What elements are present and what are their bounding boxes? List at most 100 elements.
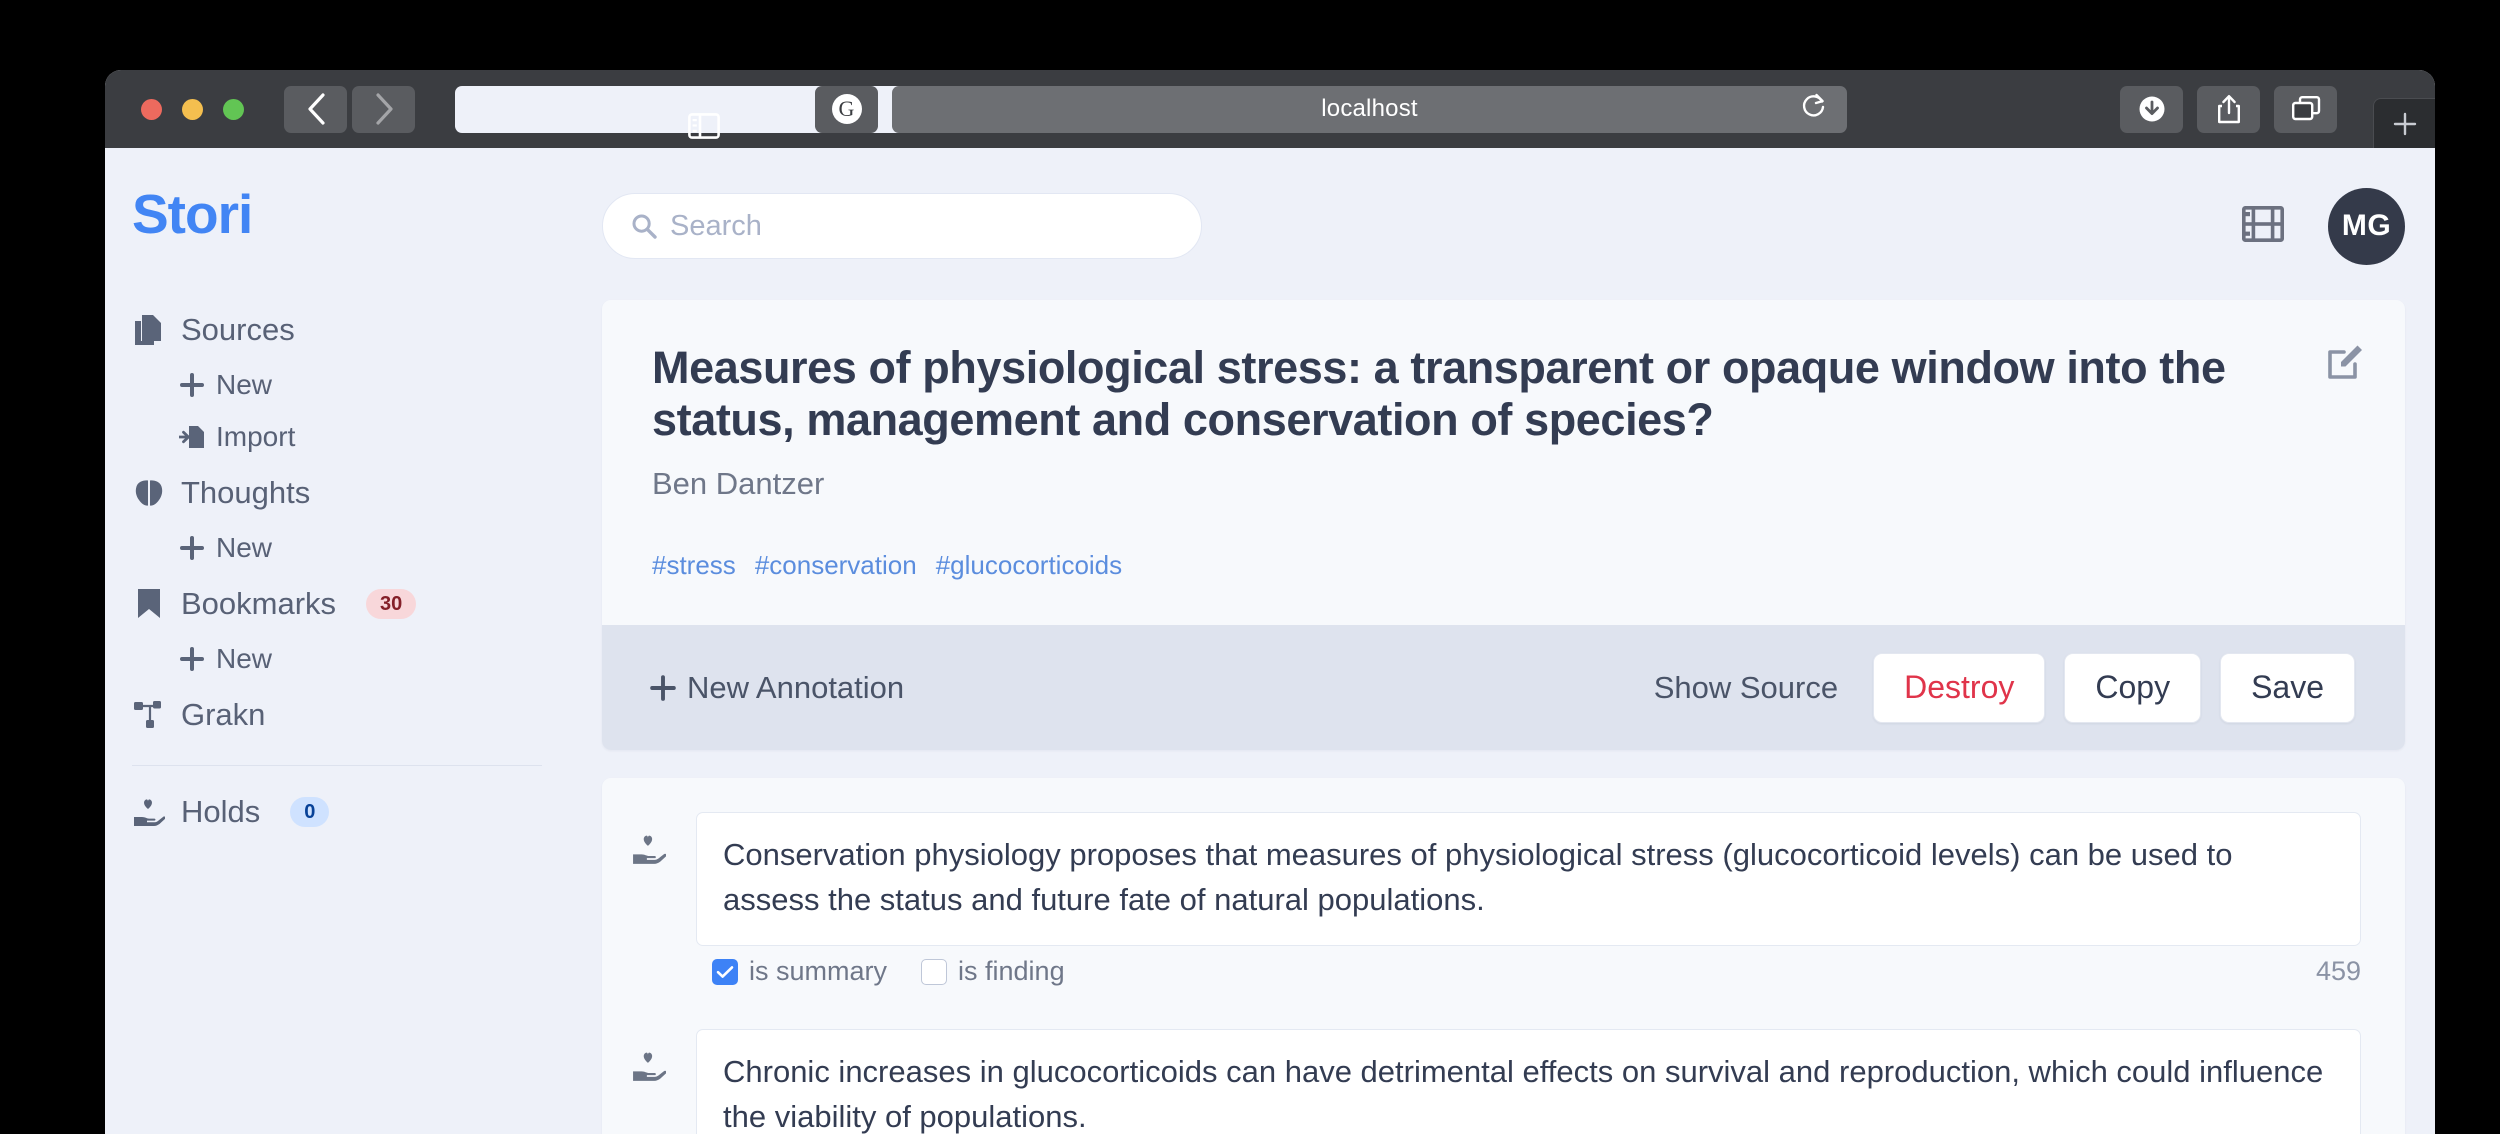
chevron-right-icon [375, 93, 393, 125]
edit-source-button[interactable] [2325, 342, 2365, 387]
downloads-button[interactable] [2120, 85, 2183, 133]
sidebar-item-label: Bookmarks [181, 585, 337, 621]
annotation-content: Conservation physiology proposes that me… [696, 812, 2361, 987]
minimize-window-button[interactable] [182, 98, 203, 120]
film-strip-icon [2241, 205, 2285, 242]
source-author: Ben Dantzer [652, 466, 825, 502]
edit-pencil-square-icon [2328, 345, 2362, 379]
sidebar-nav: Sources New Import Thoughts New Bookmark… [105, 300, 602, 841]
bookmark-icon [132, 589, 165, 618]
checkbox-box[interactable] [712, 958, 738, 985]
source-action-buttons: Show Source Destroy Copy Save [1654, 652, 2355, 723]
plus-icon [650, 675, 676, 701]
show-source-button[interactable]: Show Source [1654, 670, 1838, 706]
tag-glucocorticoids[interactable]: #glucocorticoids [936, 550, 1122, 581]
network-graph-icon [132, 700, 165, 729]
app-logo[interactable]: Stori [105, 182, 602, 246]
sidebar-item-holds[interactable]: Holds 0 [132, 782, 572, 841]
new-annotation-button[interactable]: New Annotation [632, 670, 904, 706]
sidebar-subitem-label: Import [216, 421, 296, 452]
sidebar-item-label: Grakn [181, 696, 266, 732]
save-button[interactable]: Save [2220, 652, 2355, 723]
hand-heart-icon [632, 1029, 672, 1134]
annotation-text[interactable]: Conservation physiology proposes that me… [696, 812, 2361, 947]
tag-stress[interactable]: #stress [652, 550, 736, 581]
grammarly-extension-button[interactable]: G [815, 85, 878, 133]
new-annotation-label: New Annotation [687, 669, 905, 705]
sidebar-divider [132, 765, 542, 766]
plus-icon [177, 373, 207, 397]
checkbox-label: is finding [958, 956, 1065, 987]
avatar[interactable]: MG [2328, 187, 2405, 265]
sidebar-subitem-label: New [216, 532, 273, 563]
source-tags: #stress #conservation #glucocorticoids [652, 550, 2355, 581]
film-strip-button[interactable] [2241, 205, 2285, 247]
source-card-body: Measures of physiological stress: a tran… [602, 300, 2405, 625]
sidebar-subitem-sources-import[interactable]: Import [132, 411, 572, 463]
sidebar-subitem-label: New [216, 369, 273, 400]
sidebar-item-label: Sources [181, 311, 295, 347]
reload-icon [1802, 93, 1825, 117]
destroy-button[interactable]: Destroy [1873, 652, 2046, 723]
search-bar[interactable] [602, 193, 1202, 259]
sidebar-subitem-label: New [216, 643, 273, 674]
forward-button[interactable] [352, 85, 415, 133]
hand-heart-icon [632, 812, 672, 987]
tag-conservation[interactable]: #conservation [755, 550, 917, 581]
plus-icon [177, 536, 207, 560]
sidebar-toggle-icon [687, 113, 720, 139]
sidebar-item-sources[interactable]: Sources [132, 300, 572, 359]
hand-heart-icon [132, 798, 165, 826]
checkbox-label: is summary [749, 956, 888, 987]
check-icon [716, 965, 734, 978]
app-page: Stori Sources New Import Thoughts New Bo… [105, 148, 2435, 1134]
grammarly-icon: G [831, 94, 862, 124]
app-topbar: MG [602, 178, 2405, 274]
new-tab-button[interactable] [2373, 98, 2435, 148]
url-text: localhost [1321, 95, 1418, 122]
sidebar-subitem-bookmarks-new[interactable]: New [132, 633, 572, 685]
checkbox-box[interactable] [921, 958, 948, 985]
sidebar-item-label: Holds [181, 793, 261, 829]
source-card: Measures of physiological stress: a tran… [602, 300, 2405, 751]
annotation-meta: is summary is finding 459 [696, 956, 2361, 987]
close-window-button[interactable] [141, 98, 162, 120]
sidebar-item-bookmarks[interactable]: Bookmarks 30 [132, 574, 572, 633]
page-title: Measures of physiological stress: a tran… [652, 342, 2226, 446]
copy-documents-icon [132, 314, 165, 345]
browser-toolbar-right [2120, 70, 2337, 148]
sidebar-item-grakn[interactable]: Grakn [132, 685, 572, 744]
is-finding-checkbox[interactable]: is finding [921, 956, 1065, 987]
is-summary-checkbox[interactable]: is summary [712, 956, 887, 987]
annotation-row: Chronic increases in glucocorticoids can… [632, 1029, 2361, 1134]
address-bar[interactable]: localhost [892, 85, 1847, 133]
sidebar-subitem-thoughts-new[interactable]: New [132, 522, 572, 574]
sidebar-subitem-sources-new[interactable]: New [132, 359, 572, 411]
search-icon [632, 214, 657, 239]
window-controls [141, 98, 244, 120]
holds-count-badge: 0 [290, 796, 330, 827]
tab-overview-button[interactable] [2274, 85, 2337, 133]
download-icon [2139, 96, 2164, 122]
back-button[interactable] [284, 85, 347, 133]
sidebar-item-label: Thoughts [181, 474, 311, 510]
reload-button[interactable] [1801, 92, 1827, 127]
share-button[interactable] [2197, 85, 2260, 133]
annotations-list: Conservation physiology proposes that me… [602, 778, 2405, 1134]
topbar-right: MG [2241, 187, 2405, 265]
source-card-actions: New Annotation Show Source Destroy Copy … [602, 625, 2405, 751]
maximize-window-button[interactable] [223, 98, 244, 120]
copy-button[interactable]: Copy [2064, 652, 2202, 723]
app-sidebar: Stori Sources New Import Thoughts New Bo… [105, 148, 602, 1134]
annotation-count: 459 [2315, 956, 2361, 987]
annotation-text[interactable]: Chronic increases in glucocorticoids can… [696, 1029, 2361, 1134]
share-icon [2217, 95, 2240, 124]
browser-window: G localhost Stori Sources New Import Tho… [105, 70, 2435, 1134]
chevron-left-icon [307, 93, 325, 125]
brain-icon [132, 479, 165, 507]
annotation-content: Chronic increases in glucocorticoids can… [696, 1029, 2361, 1134]
search-input[interactable] [670, 209, 1130, 243]
browser-titlebar: G localhost [105, 70, 2435, 148]
sidebar-item-thoughts[interactable]: Thoughts [132, 463, 572, 522]
plus-icon [2393, 112, 2416, 135]
